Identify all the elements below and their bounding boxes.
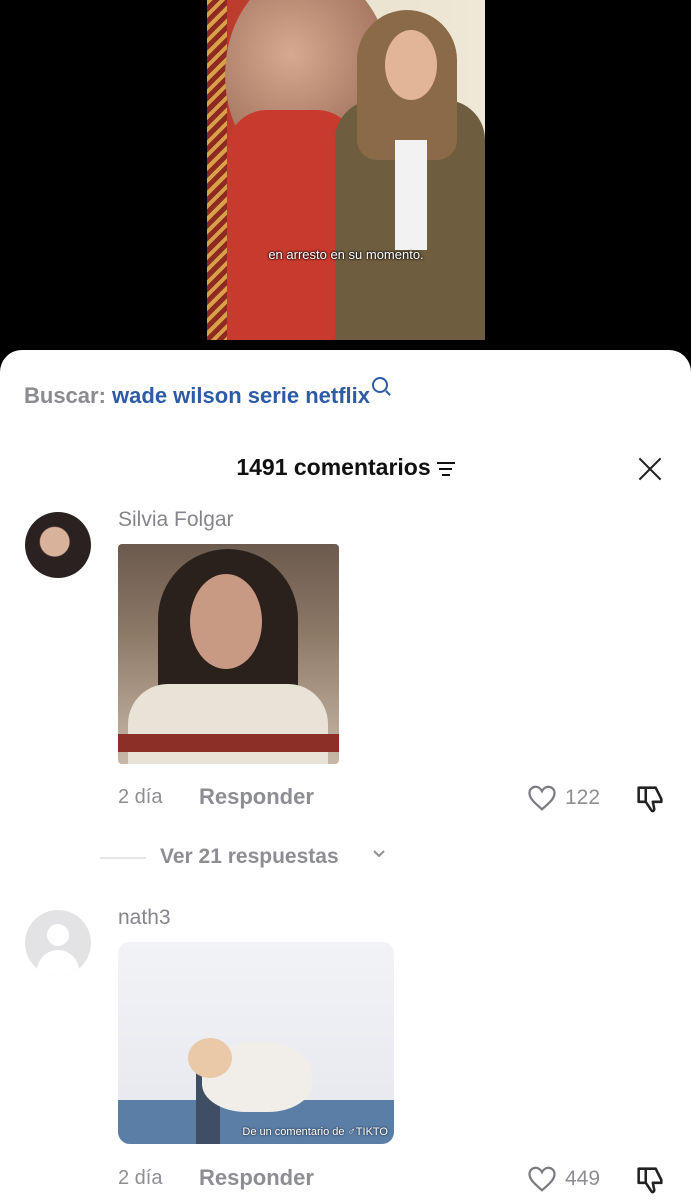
heart-icon [528,785,556,811]
search-query-link[interactable]: wade wilson serie netflix [112,383,370,408]
comment-actions: 2 día Responder 449 [0,1163,691,1195]
view-replies-button[interactable]: Ver 21 respuestas [0,845,691,875]
dislike-icon[interactable] [633,782,667,816]
avatar[interactable] [25,512,91,578]
dislike-icon[interactable] [633,1163,667,1197]
video-player[interactable]: en arresto en su momento. [0,0,691,370]
comment-gif[interactable] [118,544,339,764]
comment-timestamp: 2 día [118,786,163,808]
reply-button[interactable]: Responder [199,784,314,810]
sort-filter-icon[interactable] [436,462,455,476]
heart-icon [528,1166,556,1192]
comment-actions: 2 día Responder 122 [0,782,691,814]
chevron-down-icon [373,850,385,858]
search-prefix: Buscar: [24,383,106,408]
comments-header: 1491 comentarios [0,450,691,490]
like-count: 122 [565,786,601,809]
video-subtitle: en arresto en su momento. [268,247,424,262]
comment-username[interactable]: Silvia Folgar [118,508,234,532]
search-icon [372,377,389,393]
comment-count-title[interactable]: 1491 comentarios [0,454,691,481]
media-caption: De un comentario de ♂TIKTO [242,1126,388,1138]
reply-button[interactable]: Responder [199,1165,314,1191]
comment-timestamp: 2 día [118,1167,163,1189]
comment-gif[interactable]: De un comentario de ♂TIKTO [118,942,394,1144]
divider [100,857,146,859]
like-count: 449 [565,1167,601,1190]
comment-username[interactable]: nath3 [118,906,171,930]
video-frame [207,0,485,340]
close-icon[interactable] [637,456,663,482]
view-replies-label: Ver 21 respuestas [160,845,339,868]
search-suggestion[interactable]: Buscar: wade wilson serie netflix [24,377,389,409]
comments-sheet: Buscar: wade wilson serie netflix 1491 c… [0,350,691,1200]
avatar[interactable] [25,910,91,976]
